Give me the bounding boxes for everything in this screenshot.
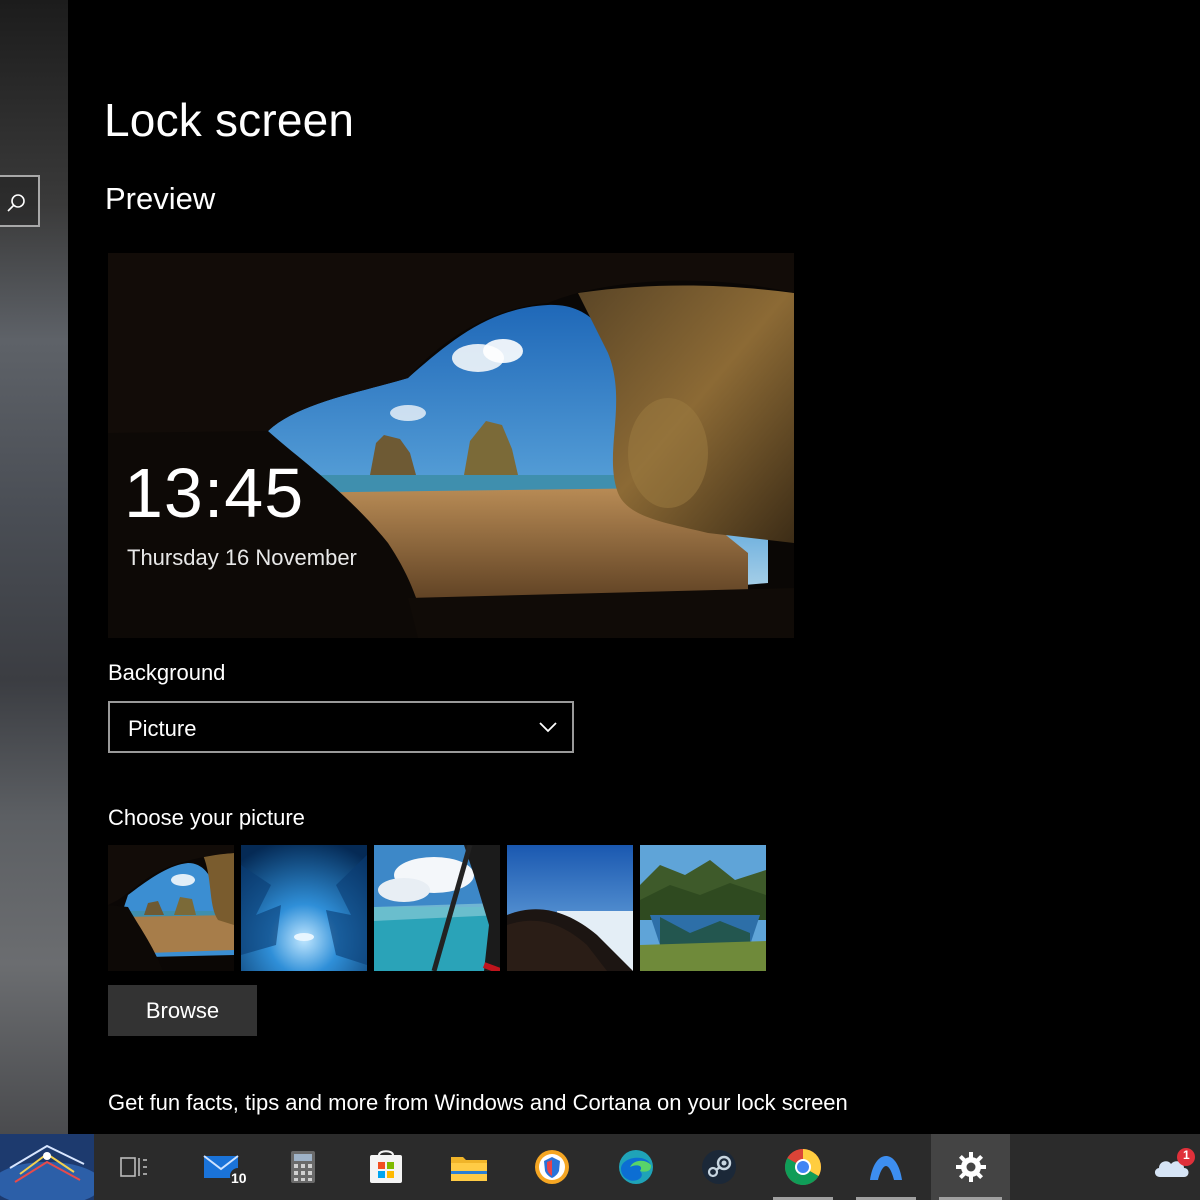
cave-beach-thumbnail-image: [108, 845, 234, 971]
preview-heading: Preview: [105, 181, 216, 216]
settings-sidebar: [0, 0, 68, 1134]
cave-beach-image: [108, 253, 794, 638]
picture-thumbnails: [108, 845, 768, 971]
mountain-lake-thumbnail-image: [640, 845, 766, 971]
tips-description: Get fun facts, tips and more from Window…: [108, 1090, 848, 1115]
browser-shield-icon: [535, 1150, 569, 1184]
background-dropdown-value: Picture: [128, 716, 197, 741]
start-logo-icon: [0, 1134, 94, 1200]
file-explorer-button[interactable]: [431, 1134, 507, 1200]
chevron-down-icon: [539, 722, 557, 733]
choose-picture-label: Choose your picture: [108, 805, 305, 830]
chrome-icon: [784, 1149, 821, 1186]
thumbnail-ice-cave[interactable]: [241, 845, 367, 971]
edge-icon: [619, 1150, 653, 1184]
gear-icon: [955, 1152, 986, 1182]
microsoft-store-icon: [370, 1150, 402, 1183]
thumbnail-mountain-lake[interactable]: [640, 845, 766, 971]
taskbar: 10 1: [0, 1134, 1200, 1200]
onedrive-badge: 1: [1183, 1148, 1190, 1162]
preview-date: Thursday 16 November: [127, 545, 357, 570]
calculator-icon: [291, 1151, 315, 1183]
background-dropdown[interactable]: Picture: [108, 701, 574, 753]
calculator-button[interactable]: [265, 1134, 341, 1200]
vpn-button[interactable]: [848, 1134, 924, 1200]
edge-button[interactable]: [598, 1134, 674, 1200]
thumbnail-cave-beach[interactable]: [108, 845, 234, 971]
search-icon: [7, 194, 25, 212]
hill-sea-thumbnail-image: [507, 845, 633, 971]
settings-button[interactable]: [931, 1134, 1010, 1200]
plane-window-thumbnail-image: [374, 845, 500, 971]
task-view-button[interactable]: [96, 1134, 172, 1200]
thumbnail-hill-sea[interactable]: [507, 845, 633, 971]
onedrive-button[interactable]: 1: [1143, 1134, 1200, 1200]
background-label: Background: [108, 660, 226, 685]
chrome-button[interactable]: [765, 1134, 841, 1200]
mail-badge: 10: [231, 1170, 247, 1186]
microsoft-store-button[interactable]: [348, 1134, 424, 1200]
steam-button[interactable]: [681, 1134, 757, 1200]
steam-icon: [702, 1150, 736, 1184]
thumbnail-plane-window[interactable]: [374, 845, 500, 971]
search-box[interactable]: [0, 175, 40, 227]
browser-button[interactable]: [514, 1134, 590, 1200]
lock-screen-preview: 13:45 Thursday 16 November: [108, 253, 794, 638]
browse-button[interactable]: Browse: [108, 985, 257, 1036]
ice-cave-thumbnail-image: [241, 845, 367, 971]
mail-button[interactable]: 10: [186, 1134, 262, 1200]
vpn-icon: [870, 1156, 902, 1180]
page-title: Lock screen: [104, 94, 355, 146]
start-button[interactable]: [0, 1134, 94, 1200]
folder-icon: [451, 1157, 487, 1181]
task-view-icon: [120, 1157, 147, 1177]
preview-time: 13:45: [124, 454, 305, 532]
